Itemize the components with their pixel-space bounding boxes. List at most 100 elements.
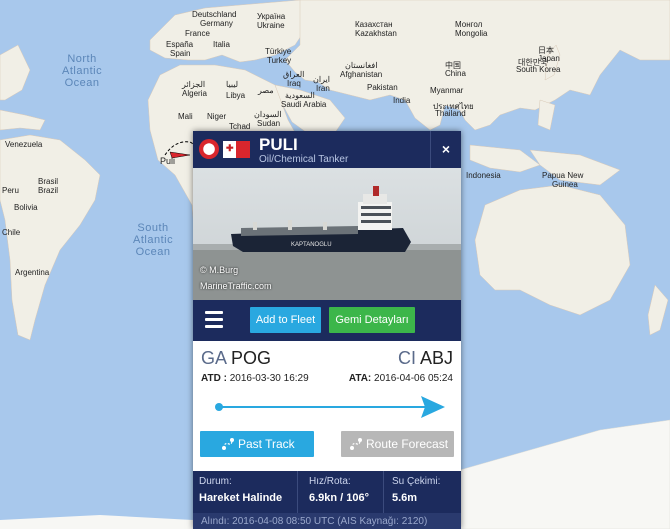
ata-value: 2016-04-06 05:24	[374, 373, 453, 384]
country-label: Afghanistan	[340, 70, 383, 79]
svg-text:KAPTANOGLU: KAPTANOGLU	[291, 242, 332, 248]
tanker-type-icon: ⬤	[199, 139, 219, 159]
country-label: ایران	[313, 75, 330, 84]
hamburger-menu-icon[interactable]	[205, 311, 223, 329]
country-label: Tchad	[229, 122, 251, 131]
vessel-popup: ⬤ ✚ PULI Oil/Chemical Tanker × KAPTANOGL…	[193, 131, 461, 529]
departure-country-code: GA	[201, 348, 227, 368]
arrival-port-code: ABJ	[419, 348, 453, 368]
track-icon	[222, 438, 234, 450]
country-label: Saudi Arabia	[281, 100, 327, 109]
country-label: Iran	[316, 84, 330, 93]
speed-course-value: 6.9kn / 106°	[309, 492, 370, 504]
country-label: Chile	[2, 228, 21, 237]
route-forecast-button[interactable]: Route Forecast	[341, 431, 454, 457]
status-cell: Durum: Hareket Halinde	[193, 471, 298, 513]
country-label: Thailand	[435, 109, 466, 118]
status-label: Durum:	[199, 476, 232, 487]
photo-credit: © M.Burg	[200, 265, 239, 275]
country-label: France	[185, 29, 210, 38]
arrival-port[interactable]: CI ABJ	[398, 348, 453, 369]
country-label: Türkiye	[265, 47, 292, 56]
country-label: Україна	[257, 12, 286, 21]
draught-label: Su Çekimi:	[392, 476, 441, 487]
country-label: Guinea	[552, 180, 578, 189]
ata-label: ATA:	[348, 373, 372, 384]
country-label: Argentina	[15, 268, 50, 277]
route-icon	[350, 438, 362, 450]
past-track-label: Past Track	[238, 437, 295, 451]
country-label: Sudan	[257, 119, 281, 128]
country-label: España	[166, 40, 194, 49]
country-label: Indonesia	[466, 171, 501, 180]
country-label: Deutschland	[192, 10, 237, 19]
origin-dot	[215, 403, 223, 411]
ocean-label-south-atlantic: South Atlantic Ocean	[133, 222, 174, 258]
country-label: Turkey	[267, 56, 292, 65]
received-timestamp: Alındı: 2016-04-08 08:50 UTC (AIS Kaynağ…	[193, 513, 461, 529]
draught-value: 5.6m	[392, 492, 418, 504]
ship-type: Oil/Chemical Tanker	[259, 154, 349, 165]
country-label: مصر	[258, 86, 274, 95]
country-label: Pakistan	[367, 83, 398, 92]
country-label: Казахстан	[355, 20, 393, 29]
route-forecast-label: Route Forecast	[366, 437, 449, 451]
country-label: Монгол	[455, 20, 483, 29]
country-label: الجزائر	[182, 80, 206, 89]
vessel-details-button[interactable]: Gemi Detayları	[329, 307, 415, 333]
received-label: Alındı:	[201, 516, 230, 527]
status-value: Hareket Halinde	[199, 492, 283, 504]
departure-port[interactable]: GA POG	[201, 348, 271, 369]
country-label: Italia	[213, 40, 230, 49]
country-label: Germany	[200, 19, 233, 28]
country-label: Iraq	[287, 79, 301, 88]
ship-photo[interactable]: KAPTANOGLU © M.Burg MarineTraffic.com	[193, 168, 461, 300]
country-label: Brasil	[38, 177, 59, 186]
atd-label: ATD :	[201, 373, 227, 384]
country-label: Algeria	[182, 89, 207, 98]
ship-name: PULI	[259, 135, 298, 154]
speed-course-label: Hız/Rota:	[309, 476, 351, 487]
add-to-fleet-button[interactable]: Add to Fleet	[250, 307, 321, 333]
country-label: افغانستان	[345, 61, 378, 70]
country-label: Niger	[207, 112, 227, 121]
received-source: (AIS Kaynağı: 2120)	[337, 516, 428, 527]
ocean-label-north-atlantic: North Atlantic Ocean	[62, 53, 103, 89]
country-label: China	[445, 69, 466, 78]
received-value: 2016-04-08 08:50 UTC	[232, 516, 335, 527]
past-track-button[interactable]: Past Track	[200, 431, 314, 457]
country-label: Papua New	[542, 171, 584, 180]
country-label: Brazil	[38, 186, 59, 195]
country-label: Kazakhstan	[355, 29, 397, 38]
country-label: Bolivia	[14, 203, 38, 212]
country-label: Venezuela	[5, 140, 43, 149]
country-label: Myanmar	[430, 86, 464, 95]
popup-toolbar: Add to Fleet Gemi Detayları	[193, 300, 461, 341]
country-label: السعودية	[285, 91, 315, 100]
country-label: South Korea	[516, 65, 561, 74]
country-label: India	[393, 96, 411, 105]
draught-cell: Su Çekimi: 5.6m	[386, 471, 461, 513]
departure-port-code: POG	[231, 348, 272, 368]
malta-flag-icon: ✚	[223, 141, 250, 158]
ata-line: ATA: 2016-04-06 05:24	[349, 373, 453, 384]
country-label: Libya	[226, 91, 246, 100]
country-label: ليبيا	[226, 80, 239, 89]
voyage-progress-bar	[215, 396, 445, 418]
country-label: Mali	[178, 112, 193, 121]
popup-header: ⬤ ✚ PULI Oil/Chemical Tanker ×	[193, 131, 461, 168]
vessel-info-bar: Durum: Hareket Halinde Hız/Rota: 6.9kn /…	[193, 471, 461, 513]
country-label: Ukraine	[257, 21, 285, 30]
country-label: Mongolia	[455, 29, 488, 38]
atd-line: ATD : 2016-03-30 16:29	[201, 373, 309, 384]
atd-value: 2016-03-30 16:29	[229, 373, 309, 384]
close-button[interactable]: ×	[430, 131, 461, 168]
speed-course-cell: Hız/Rota: 6.9kn / 106°	[303, 471, 384, 513]
ship-map-label[interactable]: Puli	[160, 156, 175, 166]
country-label: Spain	[170, 49, 191, 58]
country-label: العراق	[283, 70, 305, 79]
country-label: السودان	[254, 110, 282, 119]
country-label: Peru	[2, 186, 19, 195]
arrival-country-code: CI	[397, 348, 416, 368]
photo-watermark: MarineTraffic.com	[200, 281, 272, 291]
